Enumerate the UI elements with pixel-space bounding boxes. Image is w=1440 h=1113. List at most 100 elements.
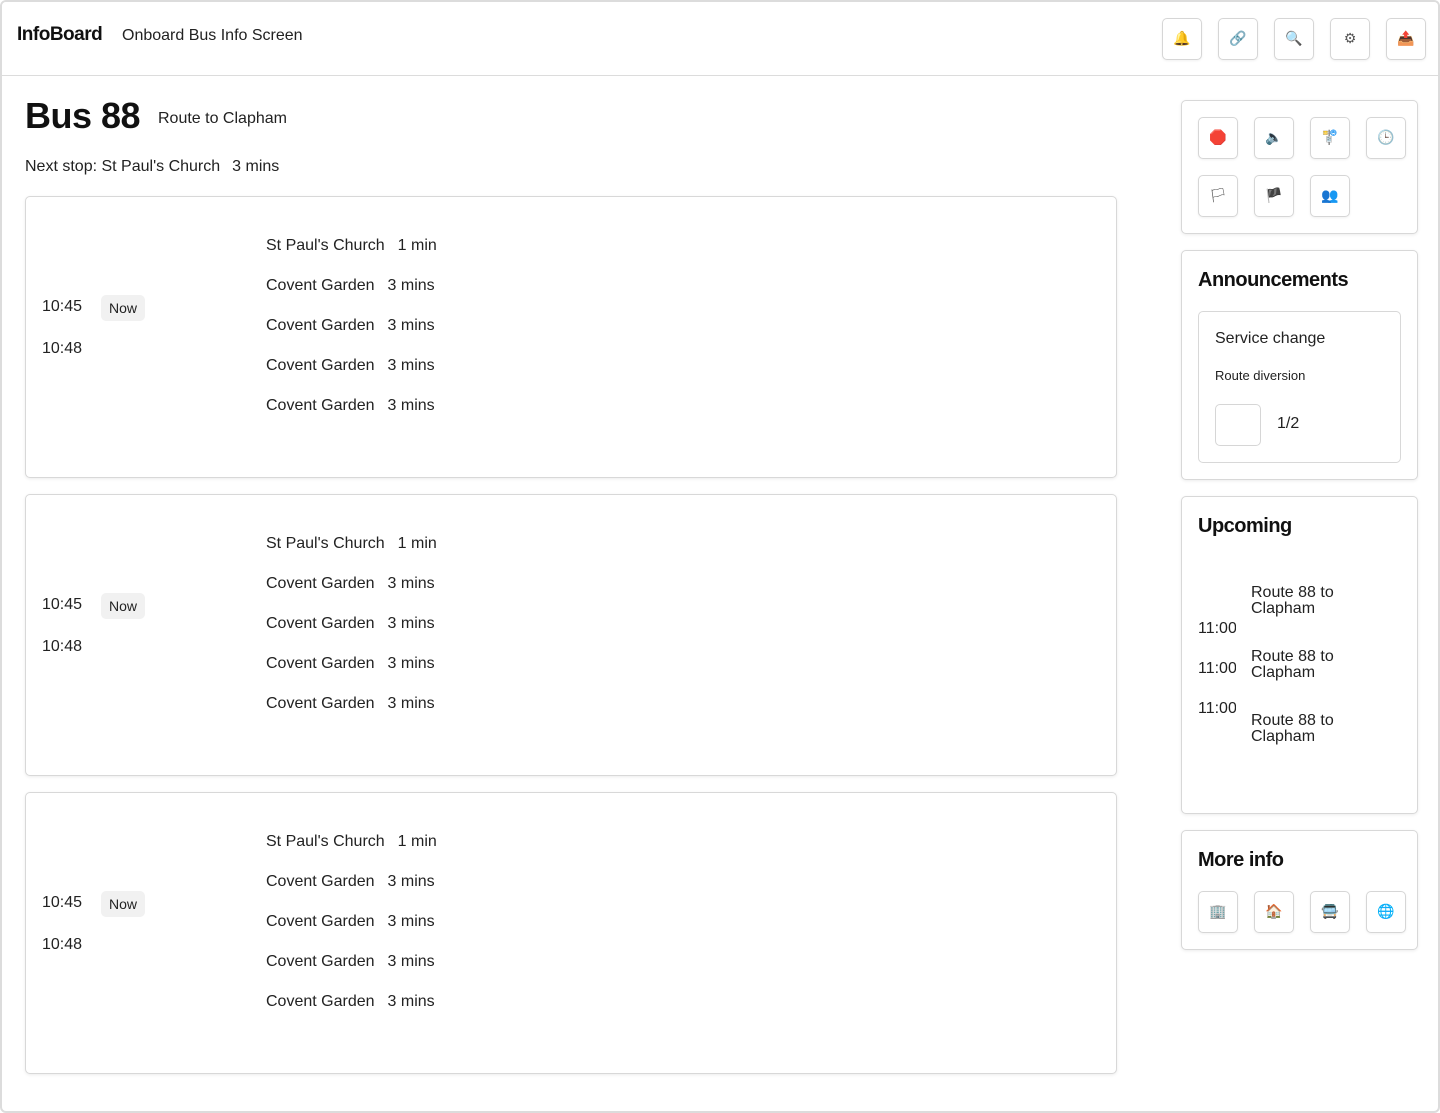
stop-name: Covent Garden	[266, 655, 375, 672]
more-info-title: More info	[1198, 849, 1284, 871]
stop-name: St Paul's Church	[266, 237, 385, 254]
stop-eta: 3 mins	[387, 953, 435, 970]
stop-eta: 1 min	[397, 833, 437, 850]
upcoming-route: Route 88 to Clapham	[1251, 584, 1334, 617]
bus-icon[interactable]: 🚍	[1310, 891, 1350, 933]
stop-name: St Paul's Church	[266, 833, 385, 850]
search-icon[interactable]: 🔍	[1274, 18, 1314, 60]
stop-eta: 3 mins	[387, 993, 435, 1010]
now-badge: Now	[101, 593, 146, 619]
next-stop-label: Next stop: St Paul's Church	[25, 158, 221, 175]
link-icon[interactable]: 🔗	[1218, 18, 1258, 60]
stop-eta: 3 mins	[387, 873, 435, 890]
stop-name: Covent Garden	[266, 575, 375, 592]
trip-card: 10:45 Now 10:48 St Paul's Church 1 min Co…	[25, 494, 1117, 776]
stop-row: St Paul's Church 1 min	[266, 833, 437, 873]
stop-name: Covent Garden	[266, 317, 375, 334]
globe-icon[interactable]: 🌐	[1366, 891, 1406, 933]
outbox-icon[interactable]: 📤	[1386, 18, 1426, 60]
trip-time-now: 10:45	[42, 298, 83, 315]
stop-name: St Paul's Church	[266, 535, 385, 552]
stop-row: Covent Garden 3 mins	[266, 993, 437, 1033]
stop-list: St Paul's Church 1 min Covent Garden 3 min…	[266, 833, 437, 1033]
stop-name: Covent Garden	[266, 993, 375, 1010]
now-badge: Now	[101, 891, 146, 917]
stop-sign-icon[interactable]: 🛑	[1198, 117, 1238, 159]
announcement-title: Service change	[1215, 330, 1326, 347]
stop-eta: 3 mins	[387, 317, 435, 334]
next-stop-line: Next stop: St Paul's Church 3 mins	[25, 158, 291, 176]
header-actions: 🔔 🔗 🔍 ⚙ 📤	[1146, 18, 1426, 60]
stop-name: Covent Garden	[266, 873, 375, 890]
trip-time-now: 10:45	[42, 894, 83, 911]
stop-eta: 3 mins	[387, 357, 435, 374]
upcoming-title: Upcoming	[1198, 515, 1292, 537]
black-flag-icon[interactable]: 🏴	[1254, 175, 1294, 217]
bell-icon[interactable]: 🔔	[1162, 18, 1202, 60]
route-subtitle: Route to Clapham	[158, 110, 287, 127]
speaker-icon[interactable]: 🔈	[1254, 117, 1294, 159]
stop-name: Covent Garden	[266, 695, 375, 712]
stop-eta: 3 mins	[387, 575, 435, 592]
upcoming-panel: Upcoming 11:00 11:00 11:00 Route 88 to C…	[1181, 496, 1418, 814]
stop-list: St Paul's Church 1 min Covent Garden 3 min…	[266, 237, 437, 437]
upcoming-time: 11:00	[1198, 660, 1236, 677]
more-info-panel: More info 🏢 🏠 🚍 🌐	[1181, 830, 1418, 950]
stop-name: Covent Garden	[266, 397, 375, 414]
announcement-next-button[interactable]	[1215, 404, 1261, 446]
signpost-icon[interactable]: 🚏	[1310, 117, 1350, 159]
stop-name: Covent Garden	[266, 913, 375, 930]
brand-logo[interactable]: InfoBoard	[17, 24, 103, 46]
quick-actions-grid: 🛑 🔈 🚏 🕒 🏳 🏴 👥	[1198, 117, 1408, 233]
app-window: InfoBoard Onboard Bus Info Screen 🔔 🔗 🔍 …	[0, 0, 1440, 1113]
stop-row: Covent Garden 3 mins	[266, 615, 437, 655]
office-building-icon[interactable]: 🏢	[1198, 891, 1238, 933]
announcements-panel: Announcements Service change Route diver…	[1181, 250, 1418, 480]
stop-row: Covent Garden 3 mins	[266, 953, 437, 993]
trip-time-next: 10:48	[42, 936, 83, 953]
page-title: Bus 88	[25, 95, 141, 136]
clock-icon[interactable]: 🕒	[1366, 117, 1406, 159]
stop-eta: 3 mins	[387, 397, 435, 414]
house-icon[interactable]: 🏠	[1254, 891, 1294, 933]
stop-row: Covent Garden 3 mins	[266, 317, 437, 357]
stop-name: Covent Garden	[266, 953, 375, 970]
white-flag-icon[interactable]: 🏳	[1198, 175, 1238, 217]
stop-name: Covent Garden	[266, 277, 375, 294]
announcement-subtitle: Route diversion	[1215, 368, 1306, 383]
stop-row: Covent Garden 3 mins	[266, 357, 437, 397]
trip-time-next: 10:48	[42, 638, 83, 655]
quick-actions-panel: 🛑 🔈 🚏 🕒 🏳 🏴 👥	[1181, 100, 1418, 234]
trip-card: 10:45 Now 10:48 St Paul's Church 1 min Co…	[25, 196, 1117, 478]
upcoming-route: Route 88 to Clapham	[1251, 648, 1334, 681]
stop-row: Covent Garden 3 mins	[266, 873, 437, 913]
announcements-title: Announcements	[1198, 269, 1349, 291]
upcoming-route: Route 88 to Clapham	[1251, 712, 1334, 745]
stop-eta: 3 mins	[387, 695, 435, 712]
stop-list: St Paul's Church 1 min Covent Garden 3 min…	[266, 535, 437, 735]
top-bar: InfoBoard Onboard Bus Info Screen 🔔 🔗 🔍 …	[2, 2, 1438, 76]
stop-row: Covent Garden 3 mins	[266, 913, 437, 953]
upcoming-time: 11:00	[1198, 620, 1236, 637]
more-info-links: 🏢 🏠 🚍 🌐	[1198, 891, 1406, 933]
stop-row: Covent Garden 3 mins	[266, 655, 437, 695]
stop-name: Covent Garden	[266, 357, 375, 374]
stop-row: Covent Garden 3 mins	[266, 397, 437, 437]
stop-row: St Paul's Church 1 min	[266, 237, 437, 277]
stop-name: Covent Garden	[266, 615, 375, 632]
gear-icon[interactable]: ⚙	[1330, 18, 1370, 60]
stop-row: St Paul's Church 1 min	[266, 535, 437, 575]
people-icon[interactable]: 👥	[1310, 175, 1350, 217]
stop-eta: 3 mins	[387, 913, 435, 930]
now-badge: Now	[101, 295, 146, 321]
upcoming-time: 11:00	[1198, 700, 1236, 717]
stop-eta: 1 min	[397, 237, 437, 254]
trip-time-next: 10:48	[42, 340, 83, 357]
stop-row: Covent Garden 3 mins	[266, 277, 437, 317]
stop-eta: 1 min	[397, 535, 437, 552]
announcement-card: Service change Route diversion 1/2	[1198, 311, 1401, 463]
announcement-page-indicator: 1/2	[1277, 415, 1300, 432]
stop-eta: 3 mins	[387, 655, 435, 672]
app-subtitle: Onboard Bus Info Screen	[122, 27, 303, 44]
trip-card: 10:45 Now 10:48 St Paul's Church 1 min Co…	[25, 792, 1117, 1074]
